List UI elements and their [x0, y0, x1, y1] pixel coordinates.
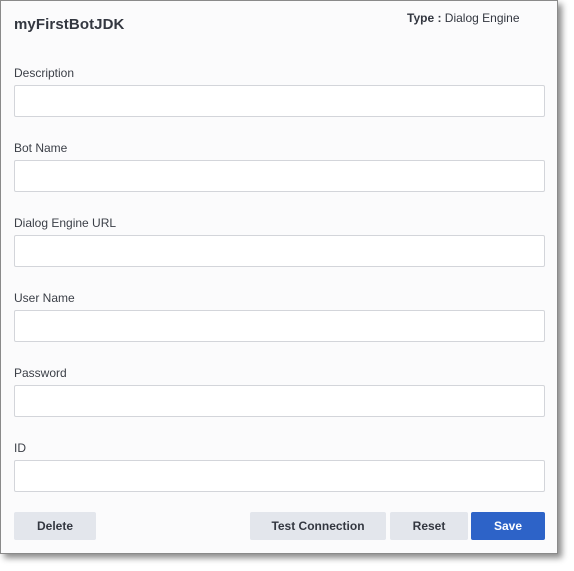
save-button[interactable]: Save [471, 512, 545, 540]
dialog-engine-url-field-group: Dialog Engine URL [14, 216, 545, 267]
bot-type-value: Dialog Engine [444, 11, 520, 25]
description-input[interactable] [14, 85, 545, 117]
password-field-group: Password [14, 366, 545, 417]
dialog-engine-url-input[interactable] [14, 235, 545, 267]
bot-name-field-group: Bot Name [14, 141, 545, 192]
id-label: ID [14, 441, 26, 455]
user-name-label: User Name [14, 291, 75, 305]
id-field-group: ID [14, 441, 545, 492]
bot-name-input[interactable] [14, 160, 545, 192]
reset-button[interactable]: Reset [390, 512, 468, 540]
dialog-engine-url-label: Dialog Engine URL [14, 216, 117, 230]
bot-type-label: Type : [407, 11, 442, 25]
user-name-input[interactable] [14, 310, 545, 342]
description-label: Description [14, 66, 75, 80]
test-connection-button[interactable]: Test Connection [250, 512, 386, 540]
password-label: Password [14, 366, 67, 380]
id-input[interactable] [14, 460, 545, 492]
bot-type-indicator: Type : Dialog Engine [407, 11, 520, 25]
user-name-field-group: User Name [14, 291, 545, 342]
password-input[interactable] [14, 385, 545, 417]
bot-config-panel: myFirstBotJDK Type : Dialog Engine Descr… [0, 0, 558, 554]
bot-title: myFirstBotJDK [14, 16, 125, 33]
bot-name-label: Bot Name [14, 141, 68, 155]
description-field-group: Description [14, 66, 545, 117]
delete-button[interactable]: Delete [14, 512, 96, 540]
